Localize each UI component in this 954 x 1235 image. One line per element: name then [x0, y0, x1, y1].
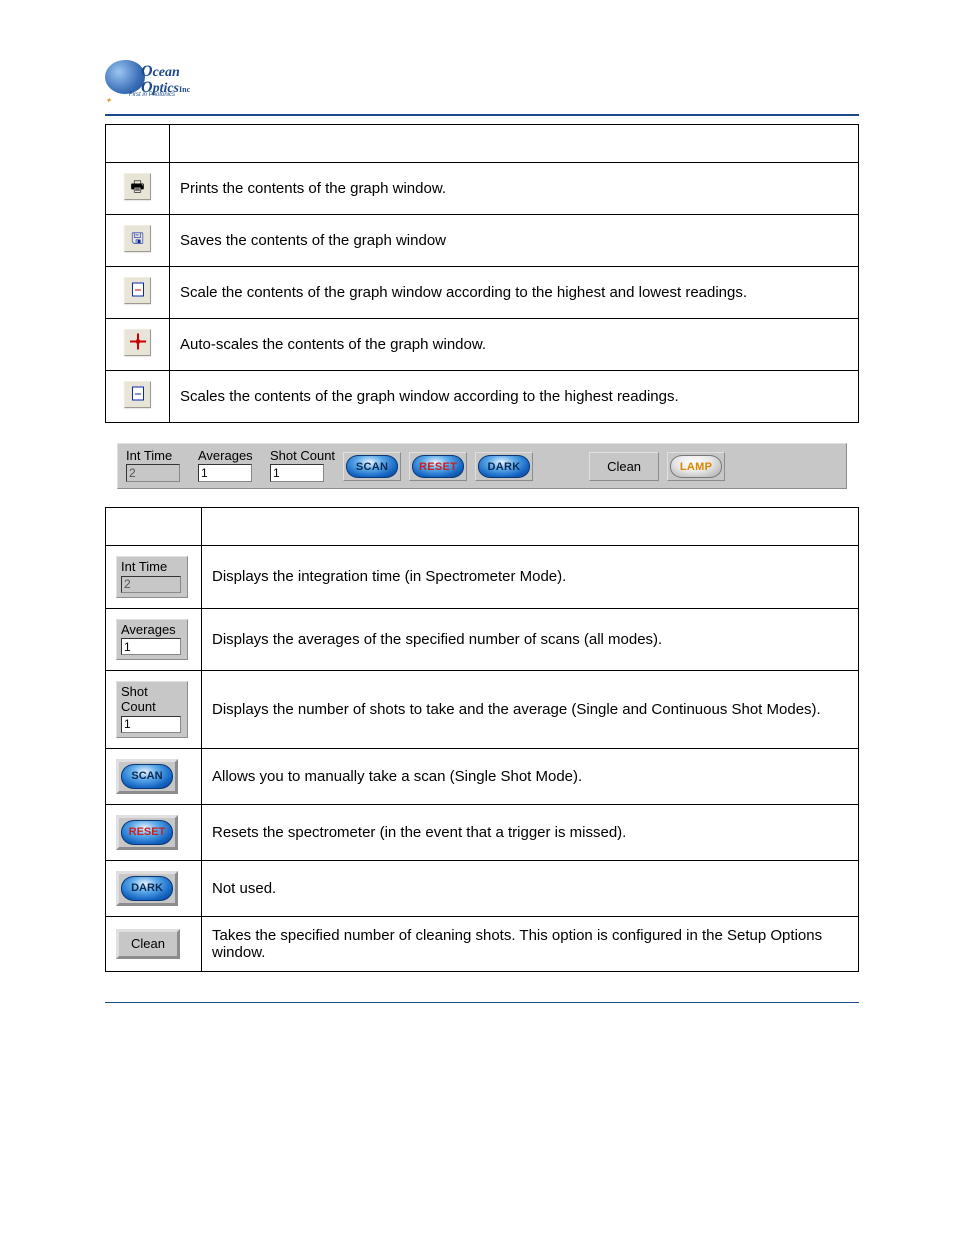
- scale-minmax-icon[interactable]: [124, 277, 151, 304]
- scale-max-desc: Scales the contents of the graph window …: [170, 371, 859, 423]
- table-row: Scales the contents of the graph window …: [106, 371, 859, 423]
- table-row: 🖫 Saves the contents of the graph window: [106, 215, 859, 267]
- save-desc: Saves the contents of the graph window: [170, 215, 859, 267]
- shot-count-field: Shot Count: [270, 448, 335, 482]
- int-time-field: Int Time: [116, 556, 188, 598]
- dark-button[interactable]: DARK: [116, 871, 178, 906]
- scan-button[interactable]: SCAN: [116, 759, 178, 794]
- lamp-button[interactable]: LAMP: [667, 452, 725, 481]
- header-rule: [105, 114, 859, 116]
- print-icon[interactable]: 🖶: [124, 173, 151, 200]
- table-row: 🖶 Prints the contents of the graph windo…: [106, 163, 859, 215]
- scan-button[interactable]: SCAN: [343, 452, 401, 481]
- table-row: RESET Resets the spectrometer (in the ev…: [106, 804, 859, 860]
- int-time-field: Int Time: [126, 448, 190, 482]
- footer-rule: [105, 1002, 859, 1003]
- clean-desc: Takes the specified number of cleaning s…: [202, 916, 859, 971]
- logo-line1: O: [141, 63, 153, 80]
- averages-desc: Displays the averages of the specified n…: [202, 608, 859, 671]
- averages-input[interactable]: [198, 464, 252, 482]
- shot-count-field: Shot Count: [116, 681, 188, 738]
- averages-field: Averages: [116, 619, 188, 661]
- table-row: Clean Takes the specified number of clea…: [106, 916, 859, 971]
- autoscale-icon[interactable]: [124, 329, 151, 356]
- autoscale-desc: Auto-scales the contents of the graph wi…: [170, 319, 859, 371]
- dark-desc: Not used.: [202, 860, 859, 916]
- table-row: DARK Not used.: [106, 860, 859, 916]
- print-desc: Prints the contents of the graph window.: [170, 163, 859, 215]
- int-time-input[interactable]: [121, 576, 181, 593]
- shot-count-input[interactable]: [270, 464, 324, 482]
- reset-desc: Resets the spectrometer (in the event th…: [202, 804, 859, 860]
- clean-button[interactable]: Clean: [589, 452, 659, 481]
- save-icon[interactable]: 🖫: [124, 225, 151, 252]
- int-time-desc: Displays the integration time (in Spectr…: [202, 546, 859, 609]
- graph-toolbar-table: 🖶 Prints the contents of the graph windo…: [105, 124, 859, 423]
- clean-button[interactable]: Clean: [116, 929, 180, 959]
- scan-desc: Allows you to manually take a scan (Sing…: [202, 748, 859, 804]
- averages-field: Averages: [198, 448, 262, 482]
- table-row: Scale the contents of the graph window a…: [106, 267, 859, 319]
- scale-max-icon[interactable]: [124, 381, 151, 408]
- table-row: SCAN Allows you to manually take a scan …: [106, 748, 859, 804]
- acquisition-toolbar-table: Int Time Displays the integration time (…: [105, 507, 859, 972]
- dark-button[interactable]: DARK: [475, 452, 533, 481]
- table-row: Averages Displays the averages of the sp…: [106, 608, 859, 671]
- scale-minmax-desc: Scale the contents of the graph window a…: [170, 267, 859, 319]
- averages-input[interactable]: [121, 638, 181, 655]
- logo-slogan: First in Photonics: [129, 92, 175, 98]
- table-row: Int Time Displays the integration time (…: [106, 546, 859, 609]
- logo: Ocean OpticsInc First in Photonics ✦: [105, 60, 200, 108]
- acquisition-toolbar: Int Time Averages Shot Count SCAN RESET …: [117, 443, 847, 489]
- table-row: Shot Count Displays the number of shots …: [106, 671, 859, 749]
- shot-count-input[interactable]: [121, 716, 181, 733]
- shot-count-desc: Displays the number of shots to take and…: [202, 671, 859, 749]
- reset-button[interactable]: RESET: [409, 452, 467, 481]
- reset-button[interactable]: RESET: [116, 815, 178, 850]
- table-row: Auto-scales the contents of the graph wi…: [106, 319, 859, 371]
- int-time-input[interactable]: [126, 464, 180, 482]
